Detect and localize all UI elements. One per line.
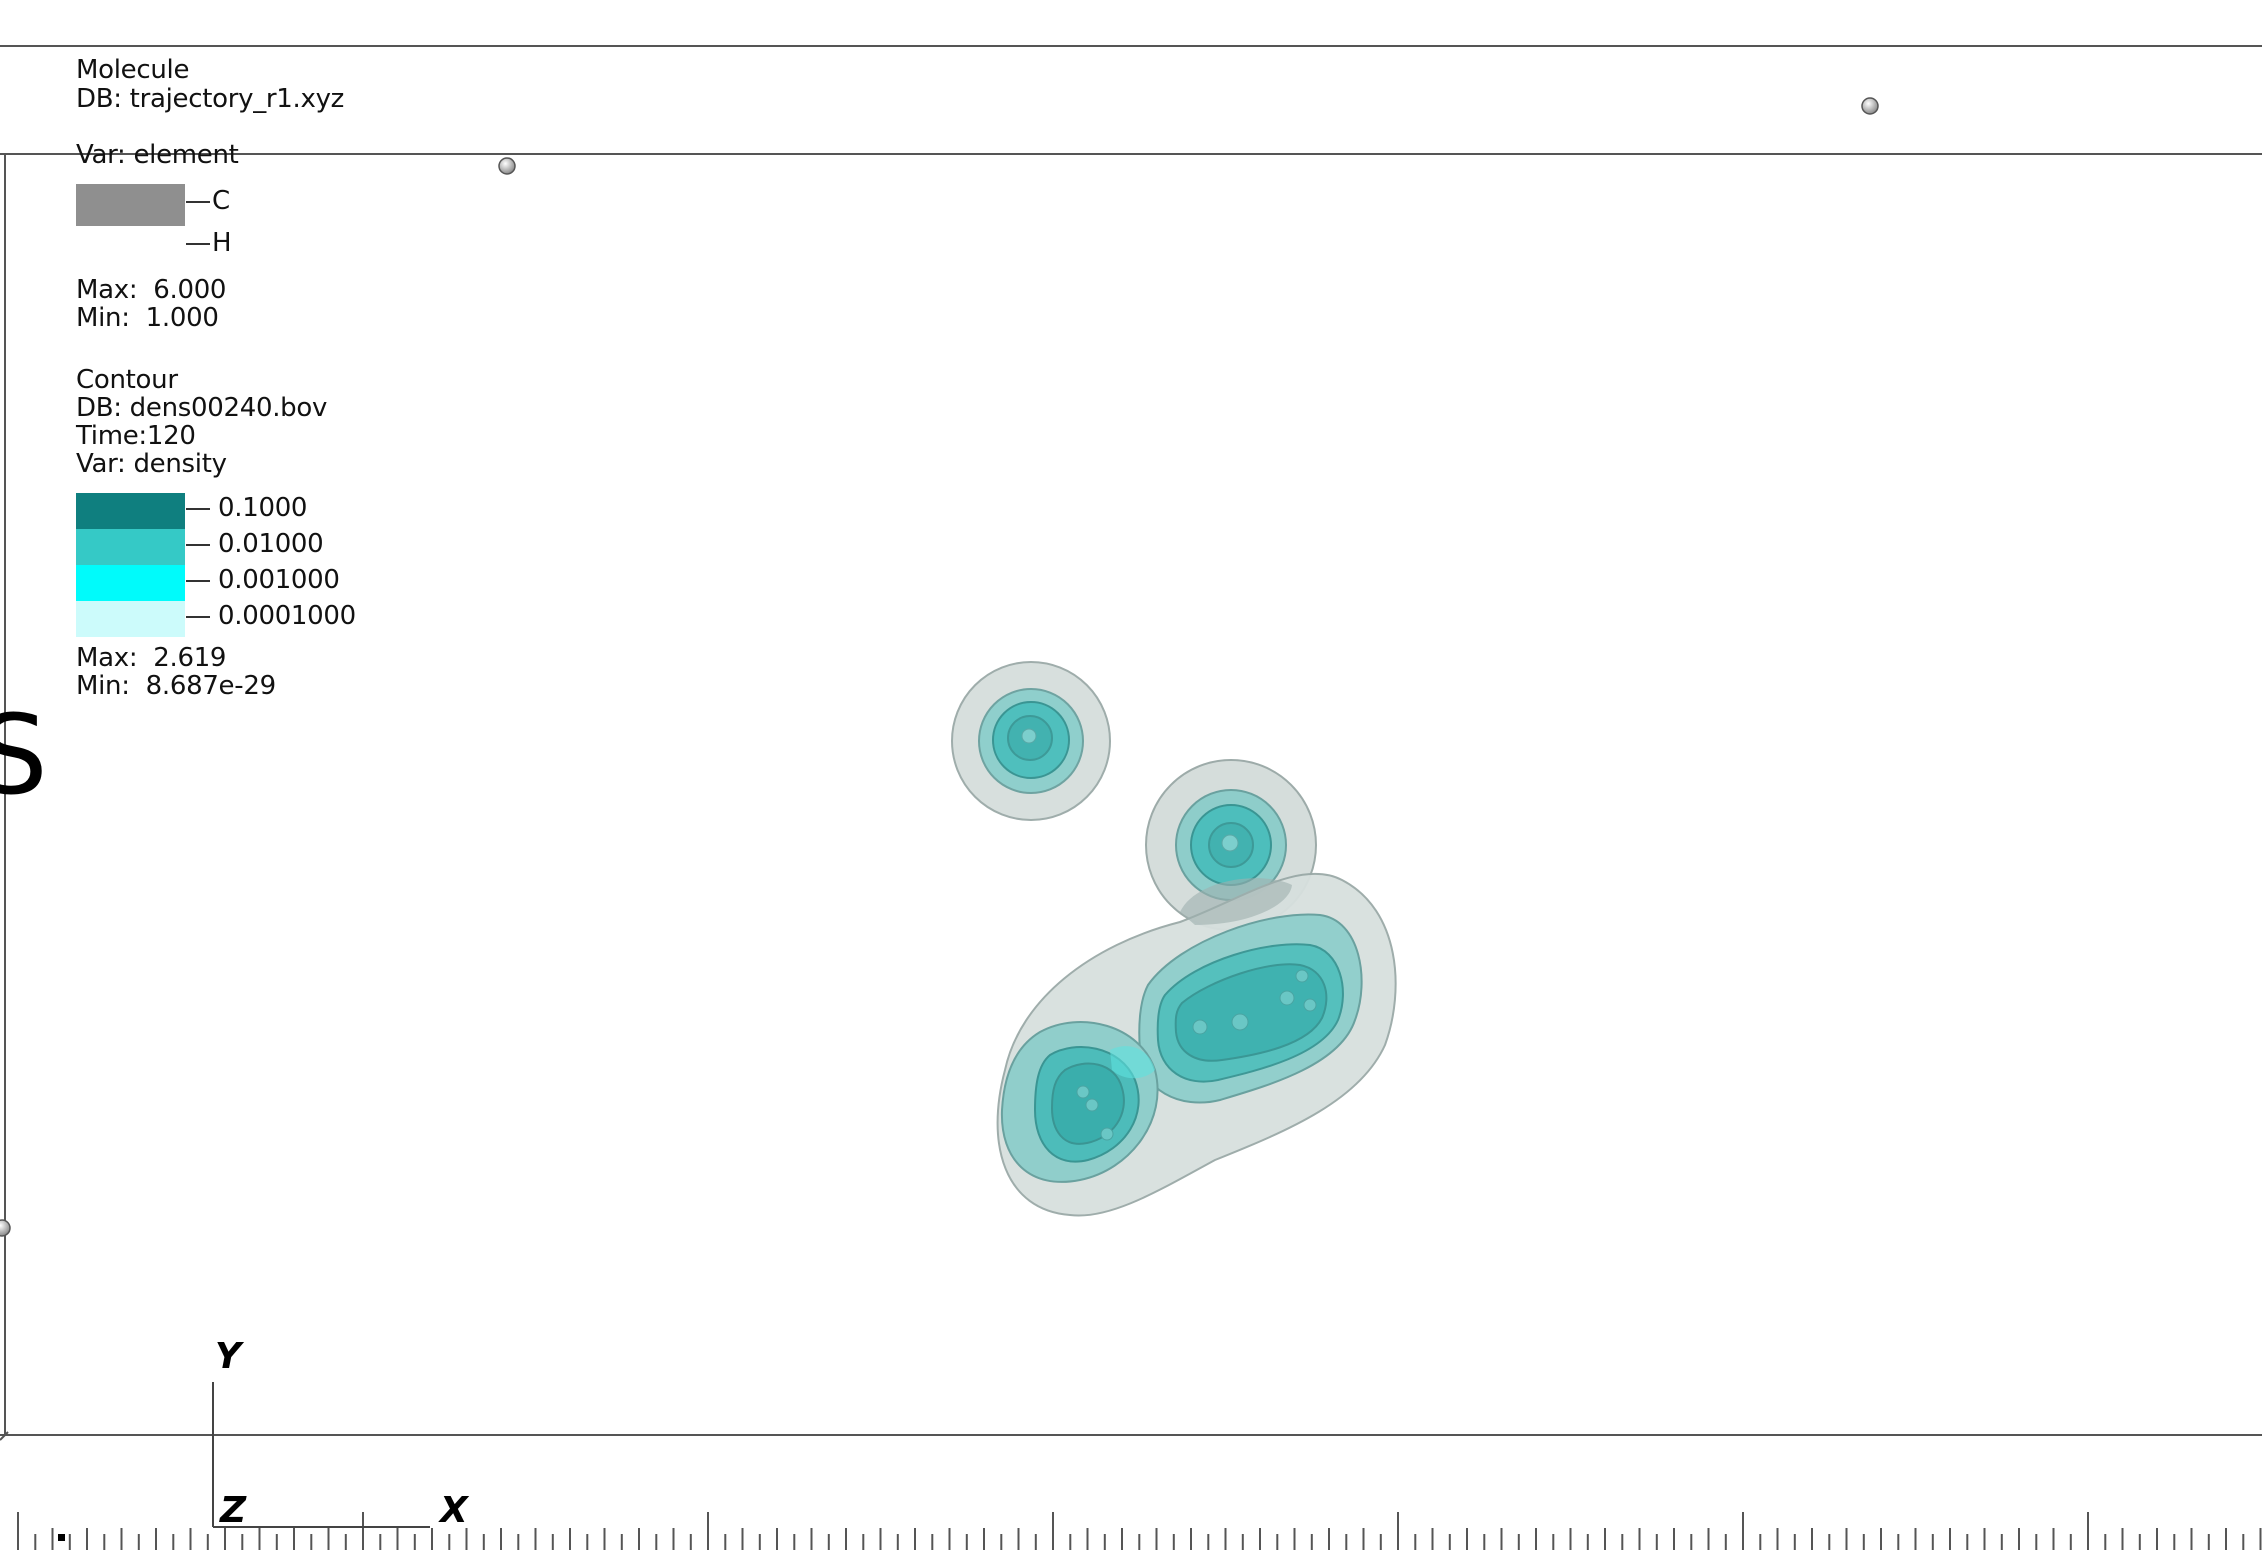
bottom-ruler (17, 1512, 2262, 1550)
isosurface-group-3 (996, 872, 1397, 1217)
molecule-max-label: Max: 6.000 (76, 275, 227, 305)
contour-max-label: Max: 2.619 (76, 643, 227, 673)
molecule-min-label: Min: 1.000 (76, 303, 219, 333)
contour-level-0: 0.1000 (218, 493, 308, 523)
element-entry-c: C (212, 186, 230, 216)
molecule-var-label: Var: element (76, 140, 239, 170)
contour-plot-name: Contour (76, 365, 178, 395)
legend-tick (186, 243, 210, 245)
contour-swatch-0 (76, 493, 185, 529)
triad-z-label: Z (220, 1490, 247, 1531)
triad-x-label: X (440, 1490, 468, 1531)
contour-swatch-3 (76, 601, 185, 637)
contour-min-label: Min: 8.687e-29 (76, 671, 276, 701)
contour-swatch-1 (76, 529, 185, 565)
molecule-db-label: DB: trajectory_r1.xyz (76, 84, 345, 114)
isosurface-group-1 (951, 661, 1111, 821)
legend-tick (186, 508, 210, 510)
legend-tick (186, 201, 210, 203)
legend-tick (186, 544, 210, 546)
element-entry-h: H (212, 228, 232, 258)
contour-level-1: 0.01000 (218, 529, 324, 559)
bounding-box (0, 45, 2262, 1441)
element-color-swatch (76, 184, 185, 226)
legend-tick (186, 580, 210, 582)
visualization-window[interactable] (0, 0, 2262, 1550)
clipped-annotation-label: S (0, 691, 48, 819)
legend-tick (186, 616, 210, 618)
atom-markers (0, 97, 1879, 1541)
contour-time-label: Time:120 (76, 421, 196, 451)
molecule-plot-name: Molecule (76, 55, 190, 85)
triad-y-label: Y (215, 1336, 242, 1377)
contour-level-2: 0.001000 (218, 565, 340, 595)
contour-var-label: Var: density (76, 449, 227, 479)
contour-swatch-2 (76, 565, 185, 601)
contour-db-label: DB: dens00240.bov (76, 393, 328, 423)
contour-level-3: 0.0001000 (218, 601, 356, 631)
